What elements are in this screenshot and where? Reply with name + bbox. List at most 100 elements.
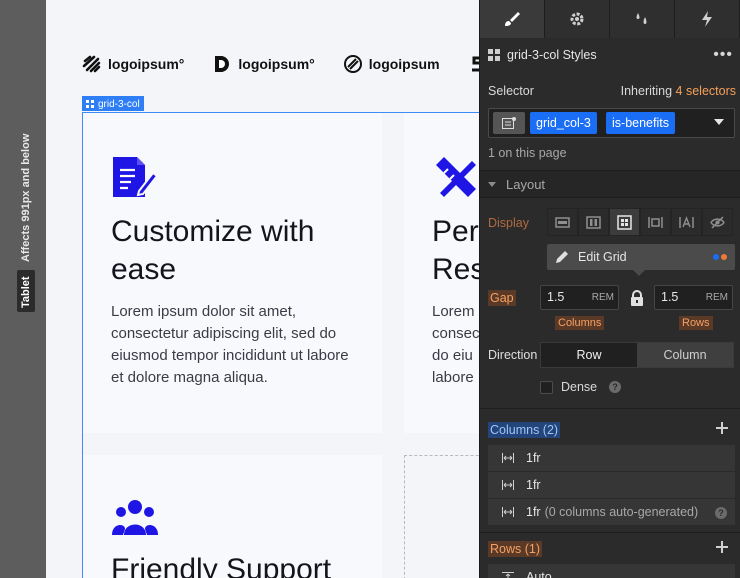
tablet-label: Tablet — [20, 276, 32, 308]
benefit-card[interactable]: Customize with ease Lorem ipsum dolor si… — [83, 113, 382, 433]
benefit-card[interactable]: Per Res Lorem consec do eiu labore — [404, 113, 479, 433]
card-body-line: Lorem — [432, 303, 475, 320]
more-options-icon[interactable]: ••• — [713, 46, 733, 64]
columns-label[interactable]: Columns (2) — [488, 422, 561, 438]
card-title: Per Res — [432, 213, 479, 289]
column-gap-value: 1.5 — [547, 290, 565, 304]
layout-section-header[interactable]: Layout — [480, 170, 740, 198]
card-body: Lorem consec do eiu labore — [432, 301, 479, 389]
inline-block-icon — [648, 216, 663, 228]
direction-toggle: Row Column — [540, 342, 734, 368]
style-brush-icon — [505, 12, 520, 26]
style-panel: grid-3-col Styles ••• Selector Inheritin… — [479, 0, 740, 578]
display-flex-button[interactable] — [578, 208, 609, 236]
dense-label: Dense — [561, 380, 598, 394]
display-options — [547, 208, 735, 236]
lightning-icon — [702, 11, 712, 27]
grid-icon — [86, 100, 94, 108]
logo-circle-icon — [343, 55, 362, 73]
row-gap-unit[interactable]: REM — [706, 286, 728, 309]
document-edit-icon — [113, 157, 159, 197]
add-column-icon[interactable] — [716, 422, 728, 434]
column-gap-input[interactable]: 1.5 REM — [540, 285, 619, 310]
row-gap-value: 1.5 — [661, 290, 679, 304]
lock-icon[interactable] — [630, 290, 644, 306]
flex-icon — [586, 215, 601, 229]
direction-column-button[interactable]: Column — [637, 343, 733, 367]
grid-status-dots — [713, 254, 727, 260]
card-body-line: labore — [432, 369, 474, 386]
card-title-line: Per — [432, 215, 479, 248]
settings-gear-icon — [570, 12, 584, 26]
class-chip[interactable]: grid_col-3 — [530, 112, 597, 134]
tab-style[interactable] — [480, 0, 545, 38]
grid-icon — [617, 214, 632, 230]
tab-lightning[interactable] — [675, 0, 740, 38]
help-icon[interactable]: ? — [715, 507, 727, 519]
rows-label[interactable]: Rows (1) — [488, 541, 543, 557]
tab-interactions[interactable] — [610, 0, 675, 38]
row-track[interactable]: Auto — [488, 564, 735, 578]
inheriting-count[interactable]: 4 selectors — [676, 84, 736, 98]
column-track[interactable]: 1fr — [488, 445, 735, 472]
direction-row-button[interactable]: Row — [541, 343, 637, 367]
direction-label: Direction — [488, 348, 538, 362]
display-block-button[interactable] — [547, 208, 578, 236]
selector-state-button[interactable] — [493, 112, 525, 134]
chevron-down-icon[interactable] — [714, 119, 724, 125]
eye-off-icon — [710, 215, 725, 229]
edit-grid-button[interactable]: Edit Grid — [547, 244, 735, 270]
divider — [480, 408, 740, 409]
gap-label[interactable]: Gap — [488, 290, 516, 306]
tablet-breakpoint-badge[interactable]: Tablet — [17, 270, 35, 312]
display-label[interactable]: Display — [488, 216, 529, 230]
display-inline-block-button[interactable] — [640, 208, 671, 236]
caret-down-icon — [488, 181, 496, 187]
dense-checkbox[interactable] — [540, 380, 553, 394]
display-none-button[interactable] — [702, 208, 733, 236]
selector-label: Selector — [488, 84, 534, 98]
usage-count: 1 on this page — [488, 146, 567, 160]
column-track-value: 1fr — [526, 478, 541, 492]
edit-grid-pointer — [633, 270, 645, 276]
selected-element-tag[interactable]: grid-3-col — [82, 96, 144, 111]
selected-element-label: grid-3-col — [98, 98, 140, 110]
users-icon — [112, 500, 158, 535]
tab-settings[interactable] — [545, 0, 610, 38]
panel-title: grid-3-col Styles — [507, 48, 597, 62]
resize-vertical-icon — [502, 572, 514, 578]
logo-2: logoipsum° — [212, 54, 315, 74]
column-gap-unit[interactable]: REM — [592, 286, 614, 309]
logo-3-text: logoipsum — [368, 56, 440, 72]
column-track[interactable]: 1fr — [488, 472, 735, 499]
element-state-icon — [502, 117, 516, 129]
logo-1-text: logoipsum° — [108, 56, 185, 72]
inheriting-label: Inheriting — [620, 84, 673, 98]
block-icon — [555, 216, 570, 228]
inheriting-info[interactable]: Inheriting 4 selectors — [621, 84, 736, 98]
card-title-line: Res — [432, 253, 479, 286]
benefit-card[interactable]: Friendly Support — [83, 455, 382, 578]
row-gap-input[interactable]: 1.5 REM — [654, 285, 733, 310]
resize-horizontal-icon — [502, 453, 514, 463]
design-canvas[interactable]: logoipsum° logoipsum° logoipsum grid-3-c… — [46, 0, 479, 578]
row-gap-label: Rows — [679, 316, 713, 330]
pencil-icon — [556, 251, 568, 263]
selector-field[interactable]: grid_col-3 is-benefits — [488, 108, 735, 138]
help-icon[interactable]: ? — [609, 381, 622, 393]
logo-d-icon — [215, 56, 230, 72]
logo-s-icon — [471, 56, 479, 72]
inline-text-icon — [679, 215, 694, 228]
display-grid-button[interactable] — [609, 208, 640, 236]
add-row-icon[interactable] — [716, 541, 728, 553]
class-chip[interactable]: is-benefits — [606, 112, 675, 134]
device-rail: Affects 991px and below Tablet — [0, 0, 46, 578]
card-body-line: consec — [432, 325, 479, 342]
grid-icon — [488, 49, 500, 61]
dense-option: Dense ? — [540, 380, 622, 394]
card-body: Lorem ipsum dolor sit amet, consectetur … — [111, 303, 349, 386]
empty-grid-cell[interactable] — [404, 455, 479, 578]
column-track-auto[interactable]: 1fr (0 columns auto-generated) ? — [488, 499, 735, 526]
card-title: Friendly Support — [111, 553, 332, 578]
display-inline-button[interactable] — [671, 208, 702, 236]
